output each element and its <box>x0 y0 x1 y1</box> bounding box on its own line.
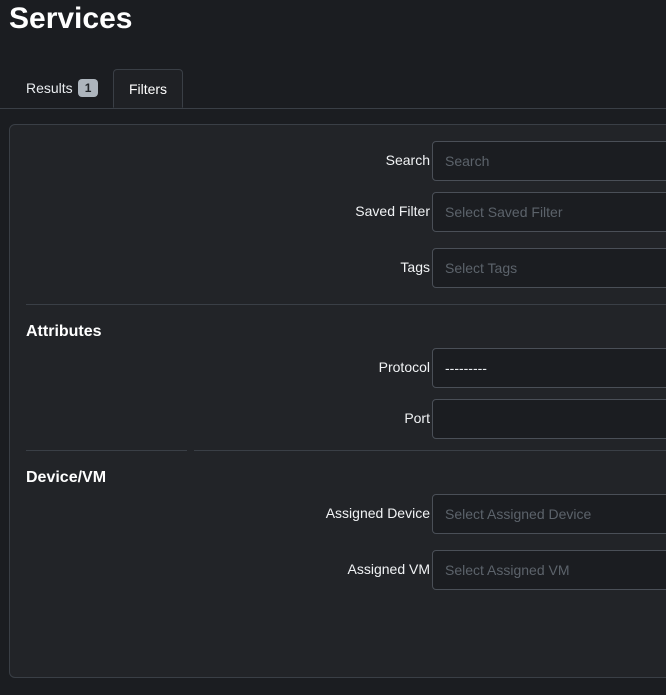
results-count-badge: 1 <box>77 79 99 97</box>
protocol-select[interactable]: --------- <box>432 348 666 388</box>
section-divider <box>194 450 666 451</box>
tags-placeholder: Select Tags <box>445 260 518 276</box>
tab-results-label: Results <box>26 80 73 96</box>
assigned-vm-select[interactable]: Select Assigned VM <box>432 550 666 590</box>
section-divider <box>26 304 426 305</box>
assigned-vm-label: Assigned VM <box>347 561 430 577</box>
assigned-vm-placeholder: Select Assigned VM <box>445 562 570 578</box>
tab-filters-label: Filters <box>128 80 168 97</box>
section-divider <box>426 304 666 305</box>
tab-results[interactable]: Results 1 <box>13 69 111 107</box>
tags-select[interactable]: Select Tags <box>432 248 666 288</box>
tab-bar: Results 1 Filters <box>0 69 666 109</box>
search-input[interactable]: Search <box>432 141 666 181</box>
assigned-device-label: Assigned Device <box>325 505 430 521</box>
protocol-label: Protocol <box>378 359 430 375</box>
attributes-heading: Attributes <box>26 323 102 340</box>
search-placeholder: Search <box>445 153 490 169</box>
port-input[interactable] <box>432 399 666 439</box>
assigned-device-placeholder: Select Assigned Device <box>445 506 592 522</box>
saved-filter-label: Saved Filter <box>355 203 430 219</box>
port-label: Port <box>404 410 430 426</box>
page-title: Services <box>9 2 133 35</box>
protocol-value: --------- <box>445 360 487 376</box>
device-vm-heading: Device/VM <box>26 469 107 486</box>
tab-filters[interactable]: Filters <box>113 69 183 108</box>
filter-form-card: Search Search Saved Filter Select Saved … <box>9 124 666 678</box>
section-divider <box>26 450 187 451</box>
search-label: Search <box>385 152 430 168</box>
saved-filter-placeholder: Select Saved Filter <box>445 204 563 220</box>
assigned-device-select[interactable]: Select Assigned Device <box>432 494 666 534</box>
tags-label: Tags <box>400 259 430 275</box>
saved-filter-select[interactable]: Select Saved Filter <box>432 192 666 232</box>
